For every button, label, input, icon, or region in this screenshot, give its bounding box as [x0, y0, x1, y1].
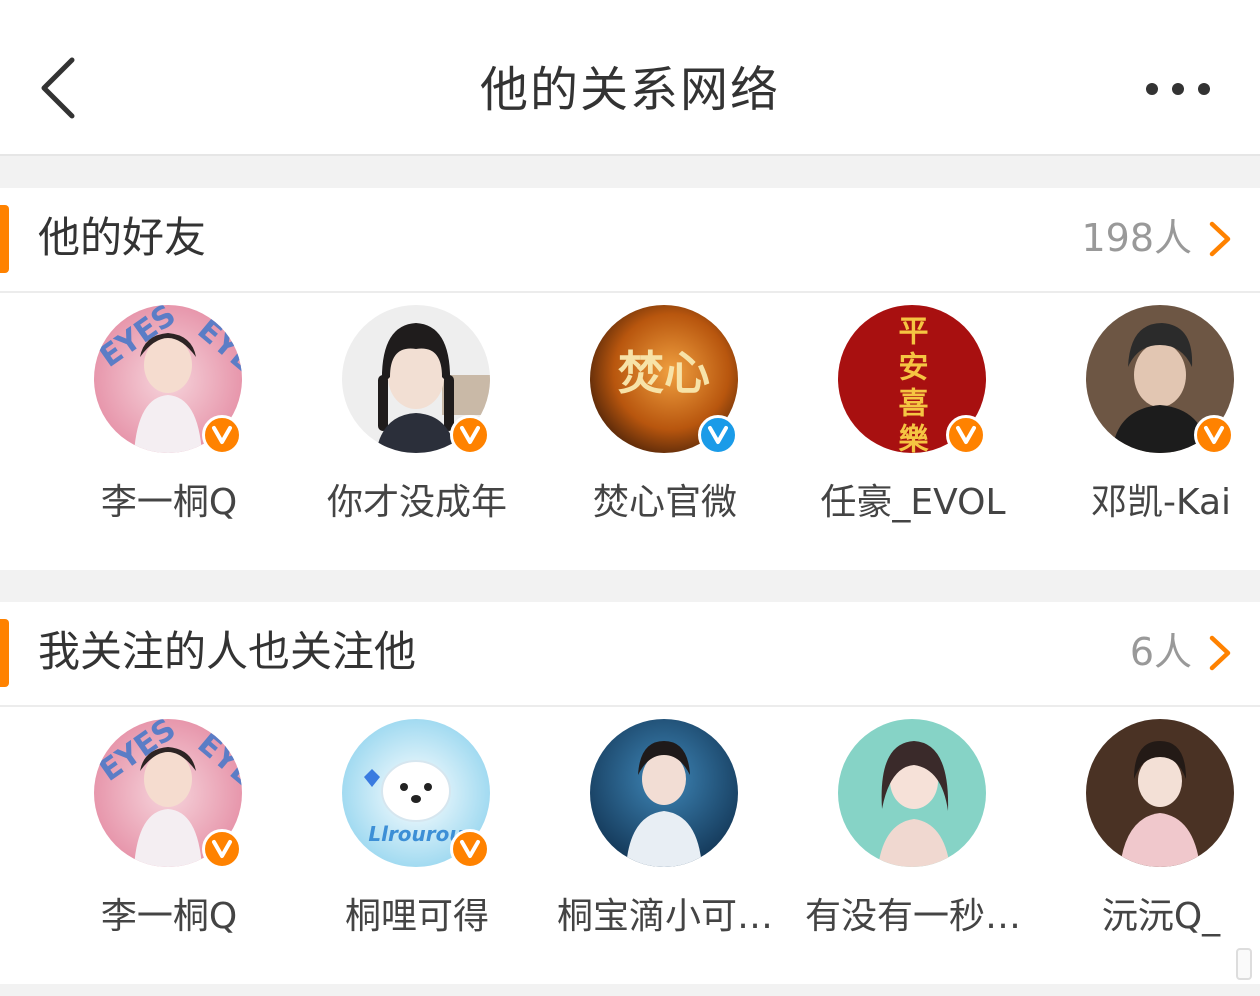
user-name: 桐宝滴小可…	[556, 896, 773, 937]
chevron-right-icon[interactable]	[1208, 220, 1232, 258]
mutual-avatar-row: EYES EYES 李一桐Q Llrourou 桐哩可得 桐宝滴小可… 有没有一…	[0, 707, 1260, 982]
more-dots-icon	[1146, 83, 1210, 95]
user-name: 桐哩可得	[344, 896, 489, 937]
user-name: 李一桐Q	[100, 482, 238, 523]
verified-badge-icon	[698, 415, 738, 455]
mutual-item[interactable]: 沅沅Q_	[1046, 719, 1260, 959]
verified-badge-icon	[450, 415, 490, 455]
verified-badge-icon	[450, 829, 490, 869]
avatar	[590, 719, 738, 867]
friend-item[interactable]: 你才没成年	[302, 305, 532, 545]
user-name: 李一桐Q	[100, 896, 238, 937]
mutual-item[interactable]: 有没有一秒…	[798, 719, 1028, 959]
friends-title: 他的好友	[38, 213, 207, 262]
friends-avatar-row: EYES EYES 李一桐Q 你才没成年 焚心 焚心官微 平安喜樂 任豪_EVO…	[0, 293, 1260, 568]
verified-badge-icon	[202, 829, 242, 869]
mutual-item[interactable]: Llrourou 桐哩可得	[302, 719, 532, 959]
scroll-indicator	[1236, 948, 1252, 980]
user-name: 有没有一秒…	[804, 896, 1021, 937]
page-title: 他的关系网络	[479, 62, 780, 118]
svg-text:焚心: 焚心	[618, 346, 710, 400]
svg-text:平安喜樂: 平安喜樂	[893, 315, 929, 453]
mutual-item[interactable]: EYES EYES 李一桐Q	[54, 719, 284, 959]
navigation-bar: 他的关系网络	[0, 0, 1260, 156]
friends-count[interactable]: 198人	[1081, 210, 1192, 266]
friend-item[interactable]: 邓凯-Kai	[1046, 305, 1260, 545]
friends-section: 他的好友 198人 EYES EYES 李一桐Q 你才没成年 焚心 焚心官微 平…	[0, 188, 1260, 570]
user-name: 任豪_EVOL	[820, 482, 1006, 523]
avatar	[838, 719, 986, 867]
friend-item[interactable]: 焚心 焚心官微	[550, 305, 780, 545]
mutual-section: 我关注的人也关注他 6人 EYES EYES 李一桐Q Llrourou 桐哩可…	[0, 602, 1260, 984]
verified-badge-icon	[1194, 415, 1234, 455]
avatar	[1086, 719, 1234, 867]
friends-header[interactable]: 他的好友 198人	[0, 188, 1260, 293]
chevron-right-icon[interactable]	[1208, 634, 1232, 672]
user-name: 沅沅Q_	[1101, 896, 1221, 937]
verified-badge-icon	[946, 415, 986, 455]
friend-item[interactable]: 平安喜樂 任豪_EVOL	[798, 305, 1028, 545]
more-button[interactable]	[1140, 74, 1216, 104]
section-accent-bar	[0, 619, 9, 687]
mutual-title: 我关注的人也关注他	[38, 627, 417, 676]
user-name: 焚心官微	[592, 482, 737, 523]
mutual-header[interactable]: 我关注的人也关注他 6人	[0, 602, 1260, 707]
user-name: 邓凯-Kai	[1090, 482, 1232, 523]
user-name: 你才没成年	[326, 482, 507, 523]
friend-item[interactable]: EYES EYES 李一桐Q	[54, 305, 284, 545]
mutual-item[interactable]: 桐宝滴小可…	[550, 719, 780, 959]
svg-text:Llrourou: Llrourou	[368, 822, 463, 846]
verified-badge-icon	[202, 415, 242, 455]
section-accent-bar	[0, 205, 9, 273]
mutual-count[interactable]: 6人	[1130, 624, 1192, 680]
